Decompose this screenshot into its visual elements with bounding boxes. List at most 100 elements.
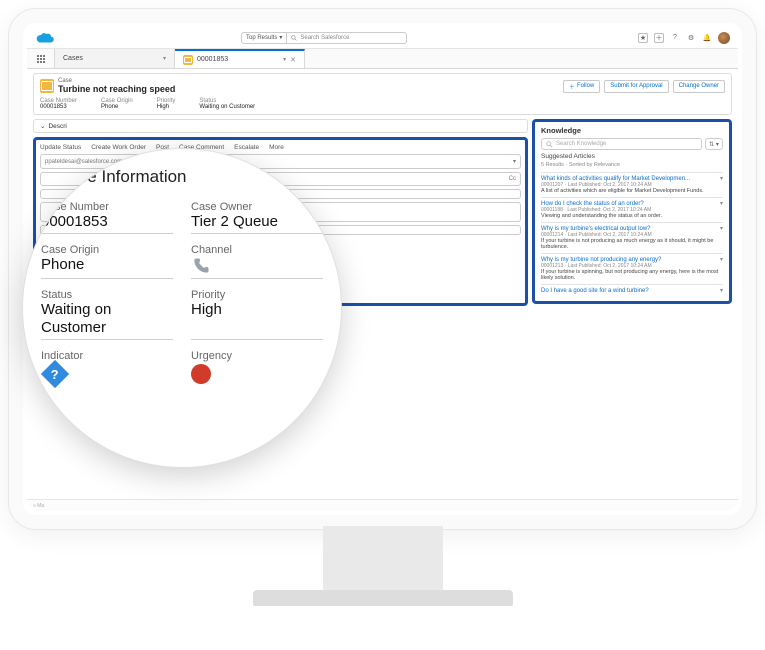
chevron-down-icon: ⌄ [41, 170, 51, 184]
tab-strip-empty [305, 49, 738, 68]
tab-case-record[interactable]: 00001853 ▾ ✕ [175, 49, 305, 68]
case-icon [183, 55, 193, 65]
field-value: High [191, 301, 323, 319]
salesforce-logo-icon [35, 31, 55, 45]
composer-tab[interactable]: Update Status [40, 144, 81, 151]
knowledge-heading: Knowledge [541, 126, 723, 135]
field-value: Phone [101, 104, 133, 110]
field-label: Indicator [41, 350, 173, 362]
utility-bar: » Ma [27, 499, 738, 511]
field-case-origin: Case Origin Phone [41, 244, 173, 279]
field-channel: Channel [191, 244, 323, 279]
tab-label: 00001853 [197, 56, 228, 63]
global-header: Top Results ▾ Search Salesforce ★ ＋ ? ⚙ … [27, 27, 738, 49]
field-case-number: Case Number 00001853 [41, 201, 173, 234]
field-indicator: Indicator ? [41, 350, 173, 386]
field-value: Waiting on Customer [199, 104, 255, 110]
article-snippet: If your turbine is not producing as much… [541, 238, 723, 250]
section-heading[interactable]: ⌄Case Information [41, 167, 323, 187]
tab-label: Cases [63, 55, 83, 62]
field-label: Priority [191, 289, 323, 301]
field-status: Status Waiting on Customer [41, 289, 173, 340]
field-value: Phone [41, 256, 173, 274]
favorites-icon[interactable]: ★ [638, 33, 648, 43]
magnified-detail-overlay: ⌄Case Information Case Number 00001853 C… [22, 148, 342, 468]
knowledge-article[interactable]: Why is my turbine not producing any ener… [541, 253, 723, 284]
article-menu-icon[interactable]: ▾ [720, 287, 723, 294]
search-icon [546, 141, 553, 148]
field-label: Status [41, 289, 173, 301]
user-avatar[interactable] [718, 32, 730, 44]
phone-icon [191, 256, 211, 276]
field-value: 00001853 [40, 104, 77, 110]
urgency-red-dot-icon [191, 364, 211, 384]
knowledge-sort-button[interactable]: ⇅ ▾ [705, 138, 723, 150]
field-priority: Priority High [191, 289, 323, 340]
knowledge-result-count: 5 Results · Sorted by Relevance [541, 162, 723, 168]
chevron-down-icon[interactable]: ▾ [513, 158, 516, 165]
chevron-down-icon[interactable]: ▾ [163, 55, 166, 62]
chevron-down-icon[interactable]: ▾ [283, 56, 286, 63]
monitor-base [253, 590, 513, 606]
field-label: Channel [191, 244, 323, 256]
chevron-down-icon: ⌄ [40, 122, 45, 130]
change-owner-button[interactable]: Change Owner [673, 80, 725, 93]
macros-button[interactable]: » Ma [33, 503, 44, 509]
knowledge-article[interactable]: How do I check the status of an order?00… [541, 197, 723, 222]
chevron-down-icon: ▾ [279, 34, 282, 41]
knowledge-article[interactable]: What kinds of activities qualify for Mar… [541, 172, 723, 197]
section-label: Descri [48, 123, 66, 130]
knowledge-article[interactable]: Do I have a good site for a wind turbine… [541, 284, 723, 297]
search-scope-label: Top Results [246, 35, 277, 41]
tab-cases[interactable]: Cases ▾ [55, 49, 175, 68]
search-input[interactable]: Search Salesforce [287, 32, 407, 44]
help-icon[interactable]: ? [670, 33, 680, 43]
global-add-icon[interactable]: ＋ [654, 33, 664, 43]
composer-tab[interactable]: Escalate [234, 144, 259, 151]
field-label: Case Owner [191, 201, 323, 213]
workspace-tabs: Cases ▾ 00001853 ▾ ✕ [27, 49, 738, 69]
app-launcher-icon[interactable] [27, 49, 55, 68]
knowledge-search-placeholder: Search Knowledge [556, 141, 606, 147]
field-value: High [157, 104, 176, 110]
article-title-link[interactable]: Do I have a good site for a wind turbine… [541, 288, 723, 294]
article-menu-icon[interactable]: ▾ [720, 256, 723, 263]
global-search: Top Results ▾ Search Salesforce [241, 32, 407, 44]
knowledge-panel: Knowledge Search Knowledge ⇅ ▾ Suggested… [532, 119, 732, 304]
record-actions: ＋Follow Submit for Approval Change Owner [563, 80, 725, 93]
field-value: Waiting on Customer [41, 301, 173, 337]
search-placeholder: Search Salesforce [300, 35, 349, 41]
search-scope-dropdown[interactable]: Top Results ▾ [241, 32, 287, 44]
article-menu-icon[interactable]: ▾ [720, 175, 723, 182]
setup-gear-icon[interactable]: ⚙ [686, 33, 696, 43]
highlights-fields: Case Number00001853 Case OriginPhone Pri… [40, 98, 725, 110]
follow-button[interactable]: ＋Follow [563, 80, 600, 93]
article-snippet: Viewing and understanding the status of … [541, 213, 723, 219]
field-case-owner: Case Owner Tier 2 Queue [191, 201, 323, 234]
detail-section-toggle[interactable]: ⌄Descri [33, 119, 528, 133]
field-value: 00001853 [41, 213, 173, 231]
search-icon [291, 35, 297, 41]
knowledge-article[interactable]: Why is my turbine's electrical output lo… [541, 222, 723, 253]
indicator-diamond-icon: ? [41, 360, 69, 388]
composer-tab-more[interactable]: More [269, 144, 284, 151]
field-urgency: Urgency [191, 350, 323, 386]
cc-label: Cc [509, 176, 516, 182]
composer-tabs: Update Status Create Work Order Post Cas… [40, 144, 521, 151]
article-menu-icon[interactable]: ▾ [720, 200, 723, 207]
article-snippet: If your turbine is spinning, but not pro… [541, 269, 723, 281]
field-label: Case Origin [41, 244, 173, 256]
submit-approval-button[interactable]: Submit for Approval [604, 80, 668, 93]
field-value: Tier 2 Queue [191, 213, 323, 231]
case-icon [40, 79, 54, 93]
record-title: Turbine not reaching speed [58, 84, 175, 94]
field-label: Urgency [191, 350, 323, 362]
article-menu-icon[interactable]: ▾ [720, 225, 723, 232]
close-tab-icon[interactable]: ✕ [290, 56, 296, 64]
field-label: Case Number [41, 201, 173, 213]
notifications-icon[interactable]: 🔔 [702, 33, 712, 43]
knowledge-subheading: Suggested Articles [541, 153, 723, 160]
knowledge-search-input[interactable]: Search Knowledge [541, 138, 702, 150]
highlights-panel: Case Turbine not reaching speed ＋Follow … [33, 73, 732, 115]
composer-tab[interactable]: Create Work Order [91, 144, 146, 151]
